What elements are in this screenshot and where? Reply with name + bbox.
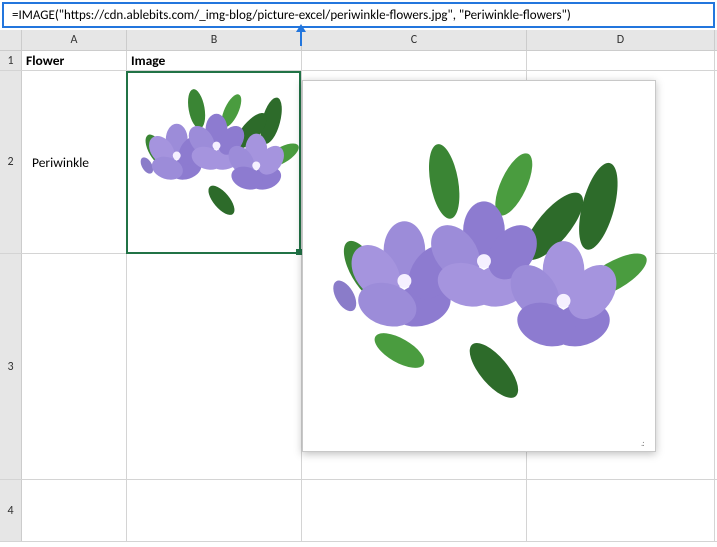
resize-handle-icon[interactable]: .:	[641, 438, 651, 448]
row-1: 1 Flower Image	[0, 51, 717, 71]
row-header-1[interactable]: 1	[0, 51, 22, 70]
select-all-corner[interactable]	[0, 30, 22, 50]
cell-B4[interactable]	[127, 480, 302, 541]
periwinkle-image-large	[309, 87, 649, 445]
cell-A4[interactable]	[22, 480, 127, 541]
cell-C4[interactable]	[302, 480, 527, 541]
column-header-D[interactable]: D	[527, 30, 715, 50]
cell-D1[interactable]	[527, 51, 715, 70]
cell-C1[interactable]	[302, 51, 527, 70]
column-headers: A B C D	[0, 30, 717, 51]
arrow-annotation	[300, 26, 302, 46]
formula-bar[interactable]: =IMAGE("https://cdn.ablebits.com/_img-bl…	[2, 2, 715, 28]
cell-A1[interactable]: Flower	[22, 51, 127, 70]
cell-D4[interactable]	[527, 480, 715, 541]
cell-B2[interactable]	[127, 71, 302, 253]
cell-A3[interactable]	[22, 254, 127, 479]
row-header-2[interactable]: 2	[0, 71, 22, 253]
periwinkle-image-thumb	[127, 71, 301, 253]
formula-text: =IMAGE("https://cdn.ablebits.com/_img-bl…	[12, 8, 571, 23]
cell-B3[interactable]	[127, 254, 302, 479]
cell-A2[interactable]: Periwinkle	[22, 71, 127, 253]
row-header-3[interactable]: 3	[0, 254, 22, 479]
row-4: 4	[0, 480, 717, 542]
image-preview-popup[interactable]: .:	[302, 80, 656, 452]
column-header-B[interactable]: B	[127, 30, 302, 50]
row-header-4[interactable]: 4	[0, 480, 22, 541]
cell-B1[interactable]: Image	[127, 51, 302, 70]
column-header-A[interactable]: A	[22, 30, 127, 50]
column-header-C[interactable]: C	[302, 30, 527, 50]
